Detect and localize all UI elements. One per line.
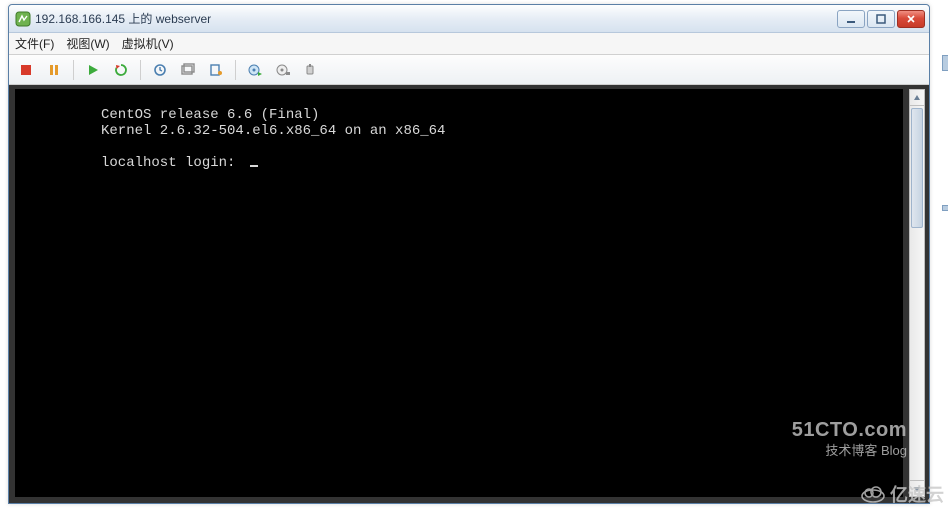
connect-floppy-button[interactable]	[272, 59, 294, 81]
toolbar-separator	[73, 60, 74, 80]
snapshot-manager-button[interactable]	[177, 59, 199, 81]
scroll-up-icon[interactable]	[910, 90, 924, 106]
login-prompt: localhost login:	[101, 155, 244, 171]
scroll-down-icon[interactable]	[910, 480, 924, 496]
vertical-scrollbar[interactable]	[909, 89, 925, 497]
toolbar	[9, 55, 929, 85]
connect-cd-button[interactable]	[244, 59, 266, 81]
console-line: CentOS release 6.6 (Final)	[101, 107, 319, 123]
titlebar: 192.168.166.145 上的 webserver	[9, 5, 929, 33]
scroll-thumb[interactable]	[911, 108, 923, 228]
restart-button[interactable]	[110, 59, 132, 81]
terminal[interactable]: CentOS release 6.6 (Final) Kernel 2.6.32…	[15, 89, 903, 497]
minimize-button[interactable]	[837, 10, 865, 28]
right-edge-handle	[942, 205, 948, 211]
play-button[interactable]	[82, 59, 104, 81]
app-icon	[15, 11, 31, 27]
connect-usb-button[interactable]	[300, 59, 322, 81]
close-button[interactable]	[897, 10, 925, 28]
right-edge-handle	[942, 55, 948, 71]
menu-file[interactable]: 文件(F)	[15, 35, 54, 52]
console-area: CentOS release 6.6 (Final) Kernel 2.6.32…	[9, 85, 929, 503]
window-title: 192.168.166.145 上的 webserver	[35, 5, 837, 33]
toolbar-separator	[140, 60, 141, 80]
menu-vm[interactable]: 虚拟机(V)	[122, 35, 174, 52]
window-controls	[837, 10, 925, 28]
stop-button[interactable]	[15, 59, 37, 81]
snapshot-button[interactable]	[149, 59, 171, 81]
pause-button[interactable]	[43, 59, 65, 81]
menu-view[interactable]: 视图(W)	[66, 35, 109, 52]
settings-button[interactable]	[205, 59, 227, 81]
maximize-button[interactable]	[867, 10, 895, 28]
menubar: 文件(F) 视图(W) 虚拟机(V)	[9, 33, 929, 55]
cursor-icon	[250, 165, 258, 167]
toolbar-separator	[235, 60, 236, 80]
console-line: Kernel 2.6.32-504.el6.x86_64 on an x86_6…	[101, 123, 445, 139]
app-window: 192.168.166.145 上的 webserver 文件(F) 视图(W)…	[8, 4, 930, 504]
